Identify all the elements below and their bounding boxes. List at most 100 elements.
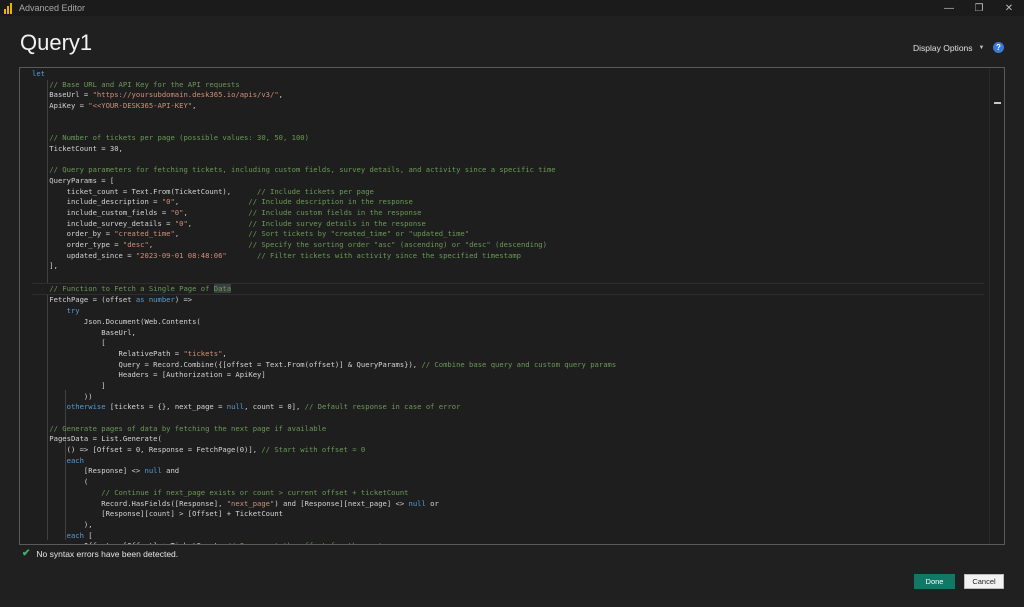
code-line[interactable]: include_custom_fields = "0", // Include … bbox=[32, 208, 984, 219]
code-line[interactable] bbox=[32, 413, 984, 424]
power-bi-icon bbox=[4, 2, 13, 14]
code-line[interactable]: each [ bbox=[32, 531, 984, 542]
code-line[interactable]: try bbox=[32, 306, 984, 317]
code-token: ApiKey = bbox=[32, 101, 89, 111]
code-line[interactable]: ticket_count = Text.From(TicketCount), /… bbox=[32, 187, 984, 198]
code-line[interactable]: // Continue if next_page exists or count… bbox=[32, 488, 984, 499]
code-line[interactable]: Record.HasFields([Response], "next_page"… bbox=[32, 499, 984, 510]
code-line[interactable]: BaseUrl, bbox=[32, 328, 984, 339]
code-token: QueryParams = [ bbox=[32, 175, 115, 185]
code-line[interactable]: // Generate pages of data by fetching th… bbox=[32, 424, 984, 435]
display-options-dropdown[interactable]: Display Options ▼ bbox=[913, 43, 984, 53]
code-line[interactable]: order_type = "desc", // Specify the sort… bbox=[32, 240, 984, 251]
code-line[interactable]: include_description = "0", // Include de… bbox=[32, 197, 984, 208]
code-line[interactable]: )) bbox=[32, 392, 984, 403]
vertical-scrollbar[interactable] bbox=[989, 68, 1004, 544]
code-token: as bbox=[135, 295, 145, 305]
done-button[interactable]: Done bbox=[914, 574, 955, 589]
help-icon[interactable]: ? bbox=[993, 42, 1004, 53]
code-token: // Number of tickets per page (possible … bbox=[49, 133, 309, 143]
code-line[interactable]: // Function to Fetch a Single Page of Da… bbox=[32, 282, 984, 296]
code-token: "desc" bbox=[122, 240, 149, 249]
code-line[interactable]: // Number of tickets per page (possible … bbox=[32, 133, 984, 144]
code-line[interactable]: updated_since = "2023-09-01 08:48:06" //… bbox=[32, 251, 984, 262]
code-token: , bbox=[148, 240, 249, 249]
code-editor[interactable]: let // Base URL and API Key for the API … bbox=[19, 67, 1005, 545]
code-token: try bbox=[66, 306, 80, 316]
code-line[interactable]: otherwise [tickets = {}, next_page = nul… bbox=[32, 402, 984, 413]
code-token: null bbox=[408, 498, 426, 508]
code-token: , bbox=[174, 229, 249, 239]
code-line[interactable]: Headers = [Authorization = ApiKey] bbox=[32, 370, 984, 381]
code-token: () => [Offset = 0, Response = FetchPage(… bbox=[32, 445, 262, 455]
code-token: "0" bbox=[174, 218, 188, 228]
code-line[interactable]: [Response][count] > [Offset] + TicketCou… bbox=[32, 509, 984, 520]
code-line[interactable]: QueryParams = [ bbox=[32, 176, 984, 187]
code-line[interactable]: order_by = "created_time", // Sort ticke… bbox=[32, 229, 984, 240]
code-token: [tickets = {}, next_page = bbox=[105, 402, 227, 412]
code-line[interactable]: include_survey_details = "0", // Include… bbox=[32, 219, 984, 230]
code-line[interactable] bbox=[32, 122, 984, 133]
code-token: "tickets" bbox=[183, 348, 223, 358]
code-line[interactable] bbox=[32, 112, 984, 123]
code-line[interactable]: ApiKey = "<<YOUR-DESK365-API-KEY", bbox=[32, 101, 984, 112]
code-token: , bbox=[278, 90, 283, 100]
code-token: // Include custom fields in the response bbox=[248, 207, 422, 217]
code-token: each bbox=[66, 455, 84, 465]
code-line[interactable]: ( bbox=[32, 477, 984, 488]
code-line[interactable]: ] bbox=[32, 381, 984, 392]
code-line[interactable]: [Response] <> null and bbox=[32, 466, 984, 477]
code-token: "0" bbox=[170, 207, 184, 217]
code-token: // Query parameters for fetching tickets… bbox=[49, 165, 556, 175]
code-token: number bbox=[148, 295, 175, 305]
code-line[interactable]: // Base URL and API Key for the API requ… bbox=[32, 80, 984, 91]
code-token: Headers = [Authorization = ApiKey] bbox=[32, 370, 266, 380]
code-token: let bbox=[32, 69, 45, 78]
code-line[interactable]: Offset = [Offset] + TicketCount, // Incr… bbox=[32, 541, 984, 544]
code-token: , bbox=[183, 207, 249, 217]
code-token: // Default response in case of error bbox=[304, 402, 461, 412]
minimize-button[interactable]: — bbox=[934, 0, 964, 16]
chevron-down-icon: ▼ bbox=[978, 45, 985, 51]
code-token: ( bbox=[32, 477, 89, 487]
code-line[interactable] bbox=[32, 155, 984, 166]
code-token: RelativePath = bbox=[32, 348, 184, 358]
code-token: , bbox=[192, 101, 197, 111]
code-token: ), bbox=[32, 519, 93, 529]
code-line[interactable]: // Query parameters for fetching tickets… bbox=[32, 165, 984, 176]
code-token: FetchPage = (offset bbox=[32, 295, 136, 305]
code-line[interactable]: TicketCount = 30, bbox=[32, 144, 984, 155]
code-line[interactable]: FetchPage = (offset as number) => bbox=[32, 295, 984, 306]
code-token: and bbox=[161, 466, 180, 476]
code-line[interactable]: () => [Offset = 0, Response = FetchPage(… bbox=[32, 445, 984, 456]
query-title: Query1 bbox=[20, 30, 93, 55]
restore-button[interactable]: ❐ bbox=[964, 0, 994, 16]
code-token: [Response] <> bbox=[32, 466, 145, 476]
code-line[interactable]: Json.Document(Web.Contents( bbox=[32, 317, 984, 328]
code-line[interactable]: BaseUrl = "https://yoursubdomain.desk365… bbox=[32, 90, 984, 101]
code-line[interactable]: [ bbox=[32, 338, 984, 349]
code-token: order_type = bbox=[32, 240, 123, 249]
code-line[interactable]: let bbox=[32, 69, 984, 80]
code-token: updated_since = bbox=[32, 250, 136, 260]
cancel-button[interactable]: Cancel bbox=[964, 574, 1004, 589]
code-line[interactable]: Query = Record.Combine({[offset = Text.F… bbox=[32, 360, 984, 371]
code-token: "2023-09-01 08:48:06" bbox=[135, 250, 227, 260]
code-line[interactable]: RelativePath = "tickets", bbox=[32, 349, 984, 360]
code-token: // Combine base query and custom query p… bbox=[421, 359, 617, 369]
code-token: , count = 0], bbox=[244, 402, 305, 412]
code-line[interactable]: ], bbox=[32, 261, 984, 272]
code-token: null bbox=[144, 466, 162, 476]
code-line[interactable]: ), bbox=[32, 520, 984, 531]
code-line[interactable]: each bbox=[32, 456, 984, 467]
code-token: ) => bbox=[174, 295, 193, 305]
close-button[interactable]: ✕ bbox=[994, 0, 1024, 16]
code-line[interactable]: PagesData = List.Generate( bbox=[32, 434, 984, 445]
code-line[interactable] bbox=[32, 272, 984, 283]
code-token: ) and [Response][next_page] <> bbox=[274, 498, 409, 508]
